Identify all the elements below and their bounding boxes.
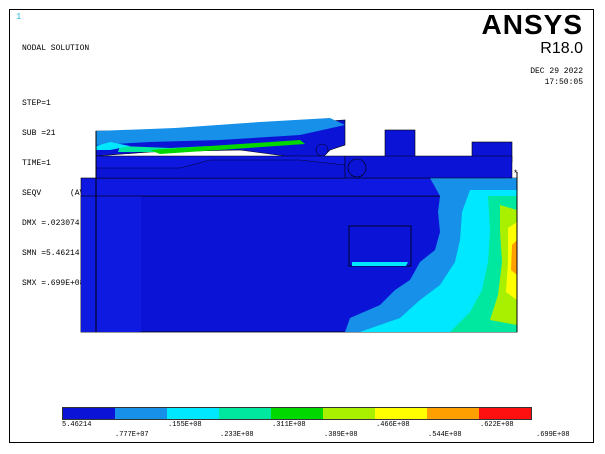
- legend-label: .622E+08: [480, 421, 514, 429]
- legend-swatch: [323, 408, 375, 419]
- legend-swatch: [479, 408, 531, 419]
- legend-swatch: [219, 408, 271, 419]
- legend-swatch: [375, 408, 427, 419]
- legend-swatch: [63, 408, 115, 419]
- contour-legend-bar: [62, 407, 532, 420]
- legend-swatch: [115, 408, 167, 419]
- legend-swatch: [167, 408, 219, 419]
- legend-label: .777E+07: [115, 431, 149, 439]
- contour-plot: *: [80, 118, 518, 333]
- right-plateau: [344, 155, 513, 179]
- legend-swatch: [271, 408, 323, 419]
- pin-joint: [347, 158, 367, 178]
- legend-label: .544E+08: [428, 431, 462, 439]
- max-marker: *: [513, 169, 518, 179]
- legend-label: .699E+08: [536, 431, 570, 439]
- legend-label: 5.46214: [62, 421, 92, 429]
- legend-label: .155E+08: [168, 421, 202, 429]
- legend-label: .389E+08: [324, 431, 358, 439]
- slot-cutout: [348, 225, 412, 267]
- pin-joint-2: [315, 143, 329, 157]
- legend-swatch: [427, 408, 479, 419]
- legend-label: .311E+08: [272, 421, 306, 429]
- legend-label: .466E+08: [376, 421, 410, 429]
- right-block: [384, 129, 416, 161]
- model-body-shade: [81, 196, 141, 332]
- legend-label: .233E+08: [220, 431, 254, 439]
- slot-stress: [352, 262, 408, 266]
